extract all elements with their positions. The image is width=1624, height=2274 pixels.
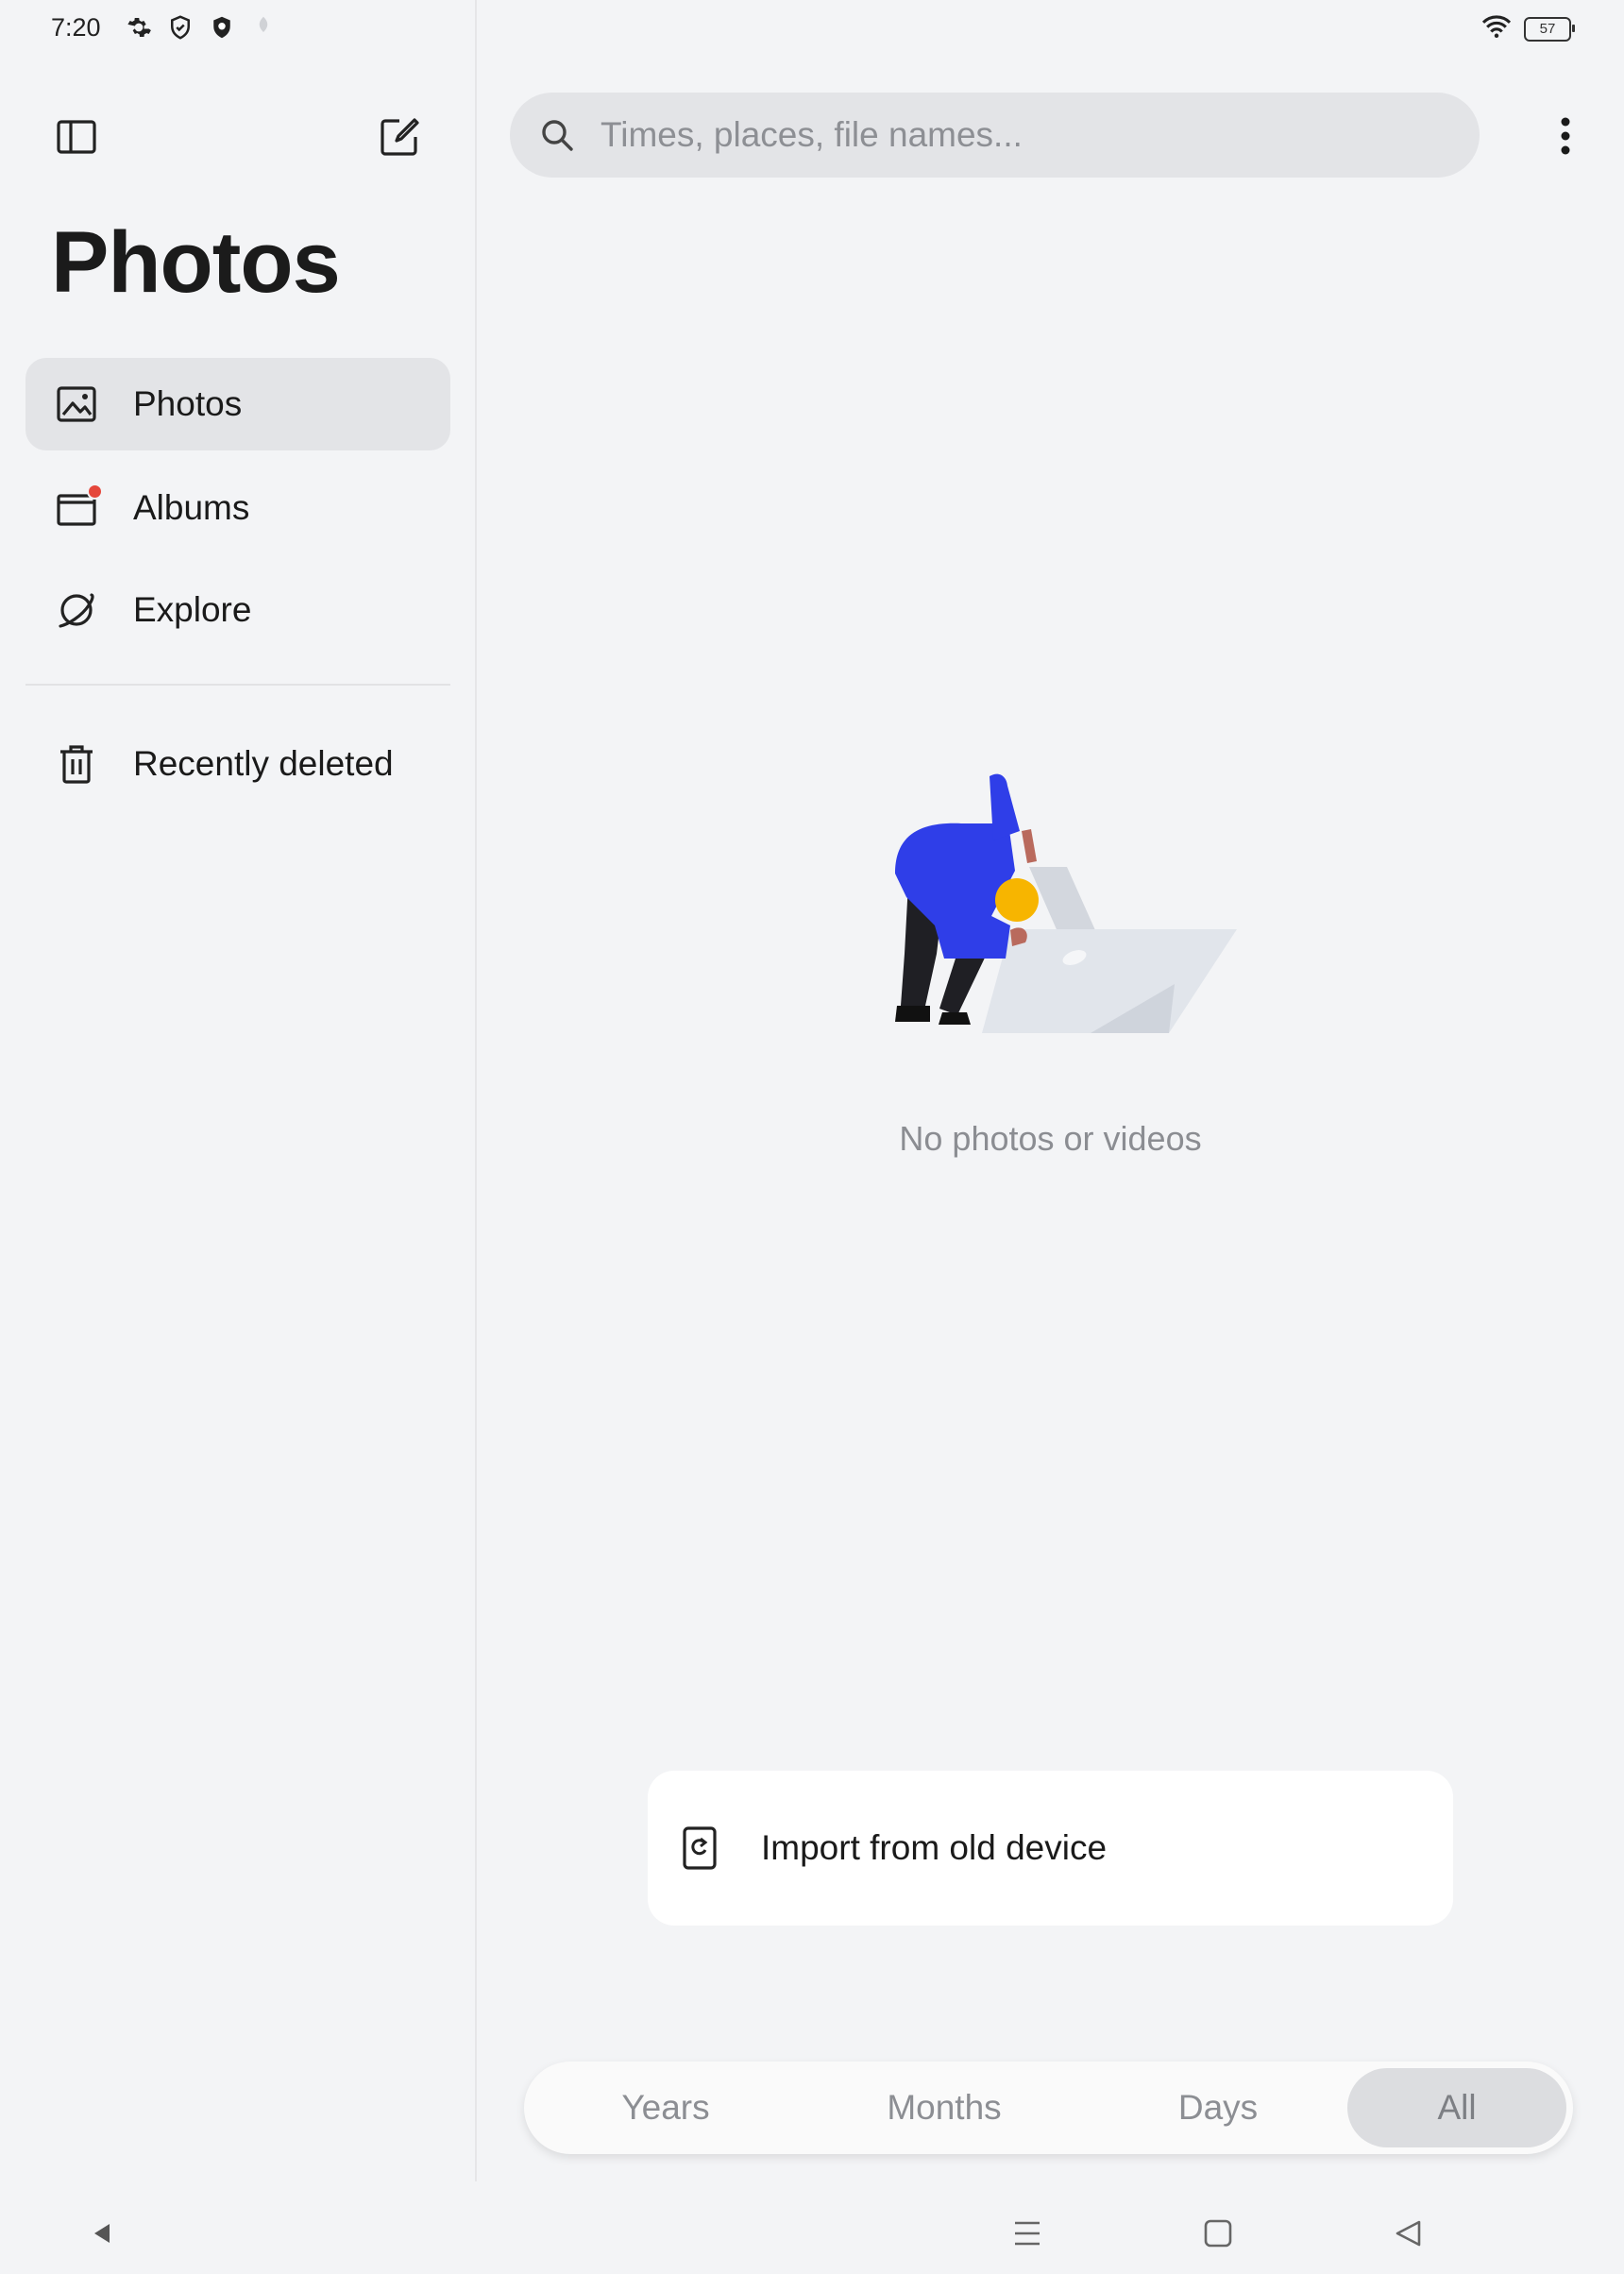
- sidebar-item-label: Albums: [133, 488, 250, 527]
- wifi-icon: [1480, 13, 1513, 44]
- phone-transfer-icon: [682, 1824, 723, 1872]
- back-button[interactable]: [1380, 2205, 1437, 2262]
- tab-years[interactable]: Years: [548, 2068, 784, 2147]
- sidebar-divider: [25, 684, 450, 686]
- more-vertical-icon: [1561, 117, 1570, 155]
- sidebar-item-photos[interactable]: Photos: [25, 358, 450, 450]
- sidebar: [0, 0, 477, 2181]
- sidebar-item-label: Explore: [133, 590, 252, 629]
- sidebar-toggle-button[interactable]: [50, 110, 103, 163]
- trash-icon: [54, 741, 99, 787]
- nav-collapse-button[interactable]: [74, 2205, 130, 2262]
- sidebar-item-recently-deleted[interactable]: Recently deleted: [25, 718, 450, 810]
- more-options-button[interactable]: [1537, 108, 1594, 164]
- recent-apps-button[interactable]: [999, 2205, 1056, 2262]
- notification-badge: [87, 484, 103, 500]
- square-icon: [1204, 2219, 1232, 2248]
- menu-icon: [1015, 2221, 1040, 2246]
- search-input[interactable]: [599, 114, 1405, 156]
- tab-months[interactable]: Months: [826, 2068, 1062, 2147]
- triangle-left-icon: [94, 2224, 110, 2243]
- sidebar-item-explore[interactable]: Explore: [25, 564, 450, 656]
- search-bar[interactable]: [510, 93, 1480, 178]
- image-icon: [54, 382, 99, 427]
- battery-icon: 57: [1524, 16, 1575, 42]
- album-icon: [54, 484, 103, 531]
- edit-icon: [381, 118, 419, 156]
- page-title: Photos: [51, 214, 341, 311]
- sidebar-item-label: Recently deleted: [133, 744, 394, 783]
- sidebar-item-label: Photos: [133, 384, 243, 423]
- planet-icon: [54, 587, 99, 633]
- tab-days[interactable]: Days: [1100, 2068, 1336, 2147]
- empty-state-message: No photos or videos: [899, 1119, 1202, 1158]
- view-mode-tabs: Years Months Days All: [524, 2062, 1573, 2154]
- import-label: Import from old device: [761, 1828, 1108, 1867]
- sidebar-panel-icon: [57, 120, 96, 154]
- import-from-old-device-button[interactable]: Import from old device: [648, 1771, 1453, 1926]
- empty-state-illustration: [888, 765, 1246, 1039]
- tab-all[interactable]: All: [1347, 2068, 1566, 2147]
- status-right: 57: [1480, 13, 1575, 44]
- back-triangle-icon: [1396, 2220, 1421, 2247]
- edit-button[interactable]: [373, 110, 426, 163]
- search-icon: [538, 115, 578, 155]
- sidebar-item-albums[interactable]: Albums: [25, 462, 450, 554]
- home-button[interactable]: [1190, 2205, 1246, 2262]
